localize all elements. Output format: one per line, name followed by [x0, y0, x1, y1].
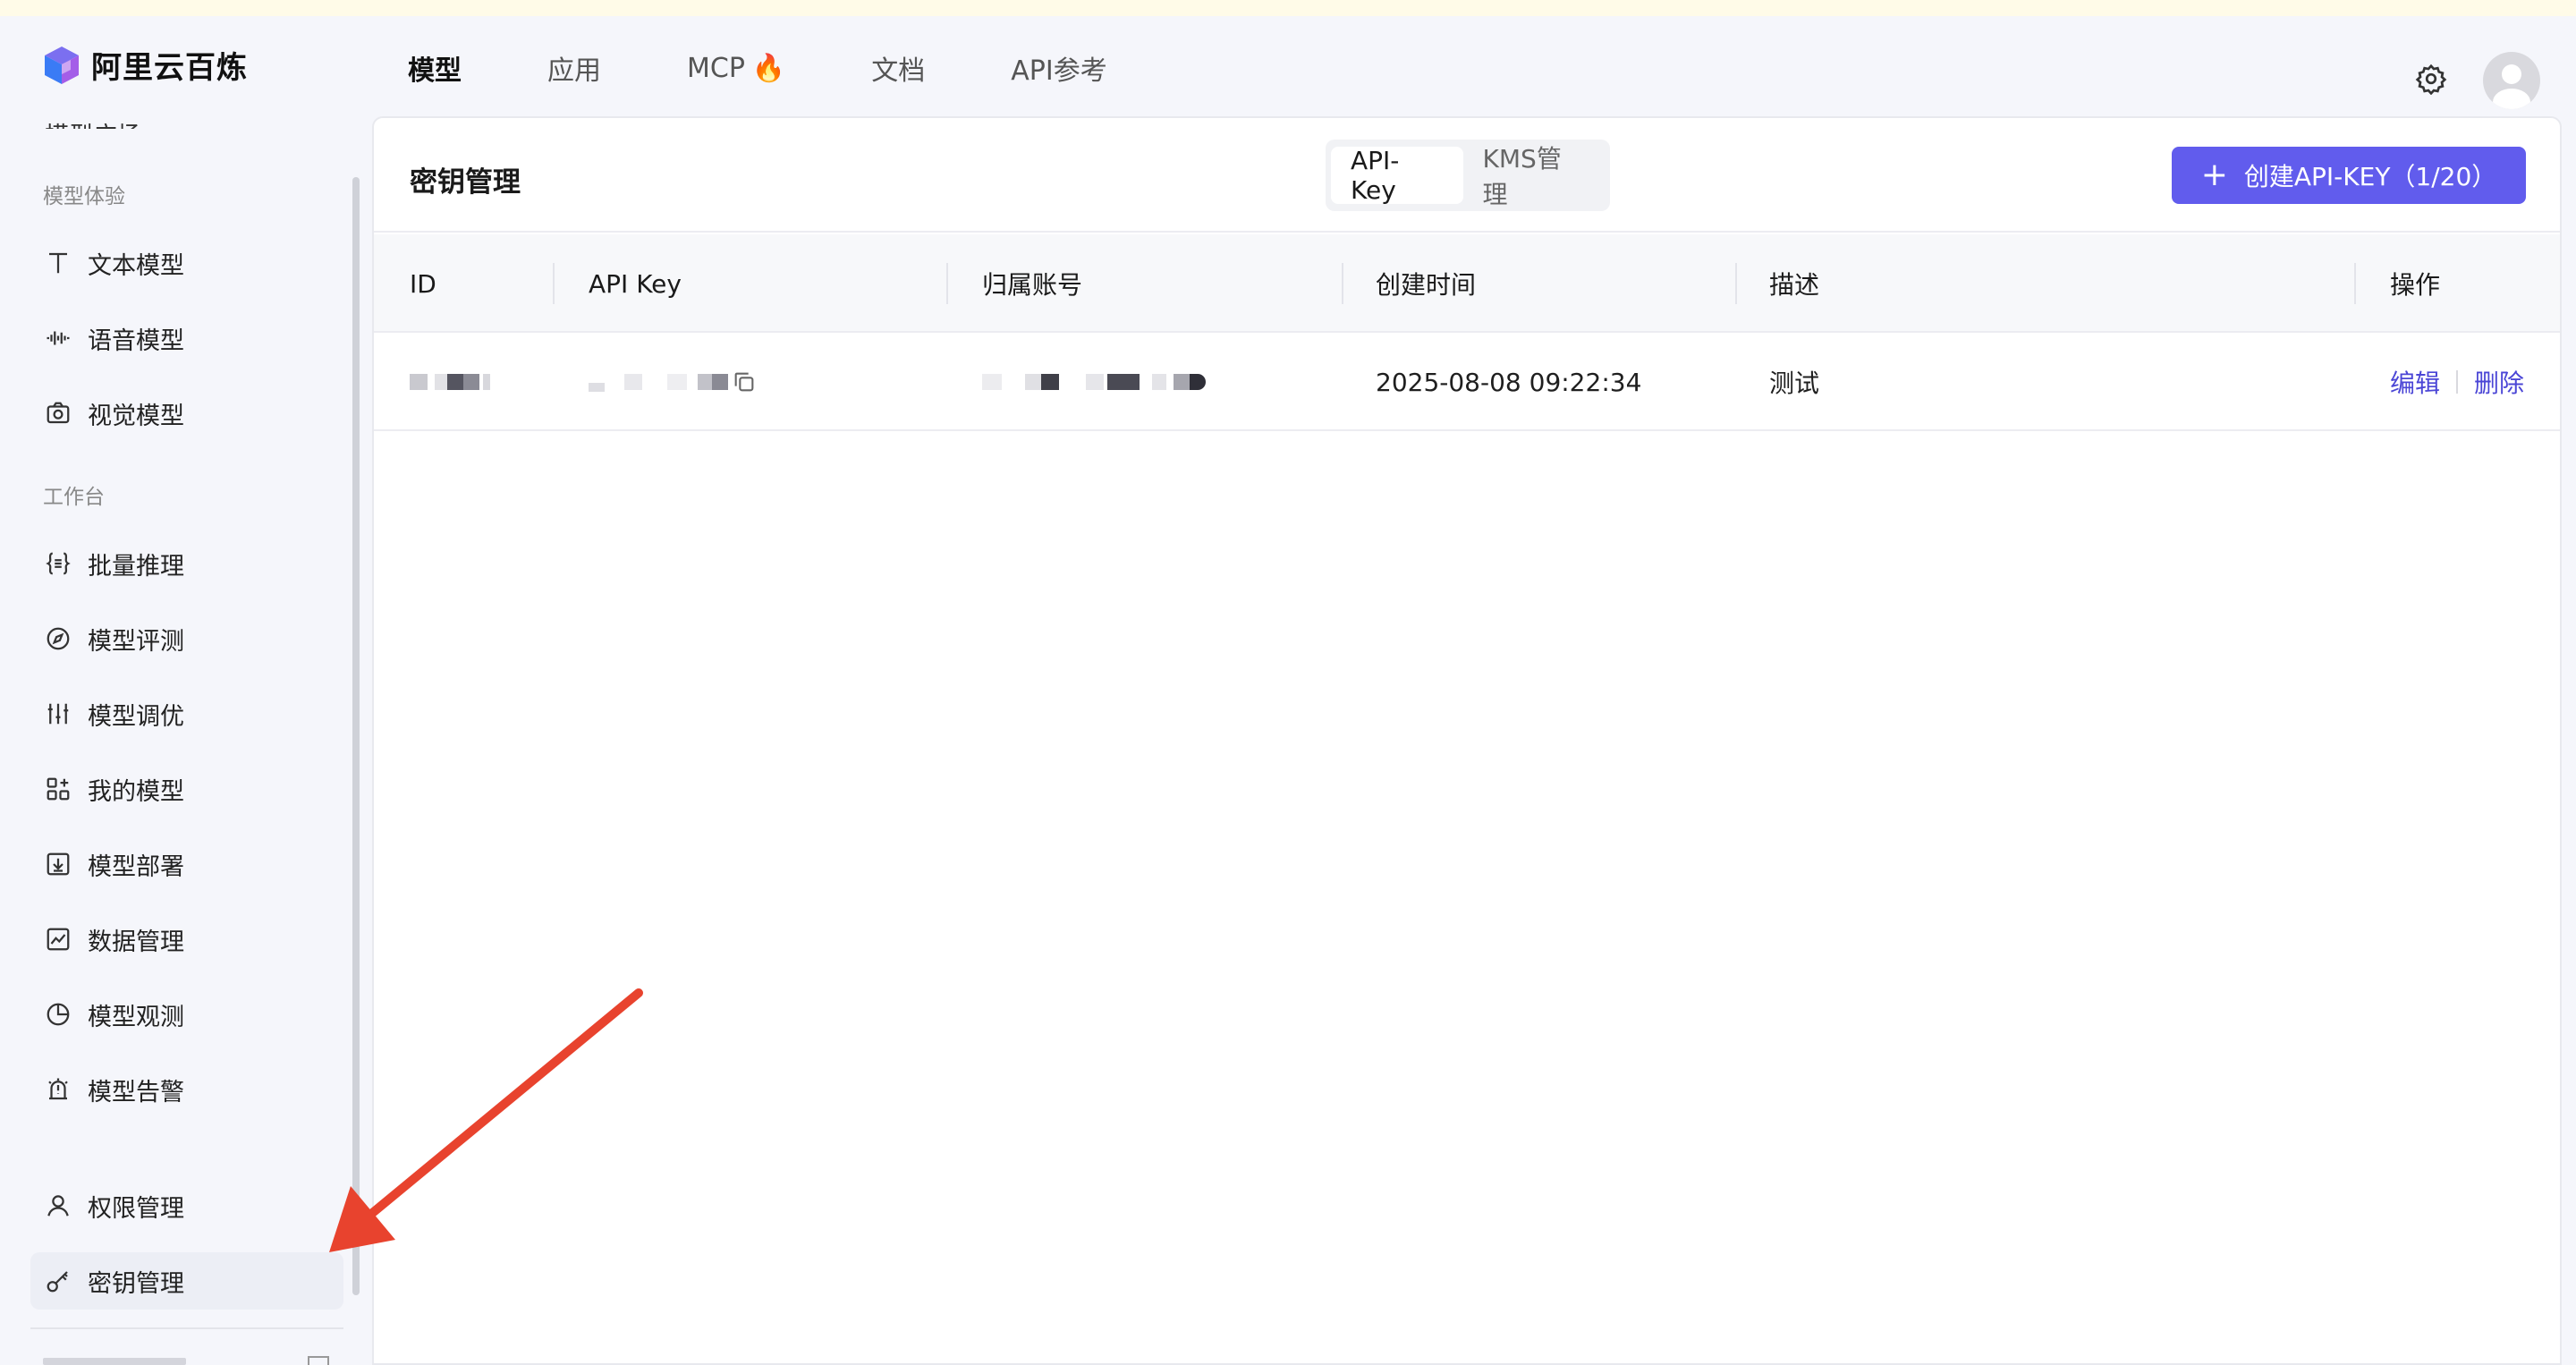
topnav-docs-label: 文档	[871, 55, 926, 87]
page-title: 密钥管理	[410, 166, 521, 199]
sidebar-item-label: 视觉模型	[88, 402, 184, 430]
topnav-models[interactable]: 模型	[408, 48, 462, 88]
fire-icon: 🔥	[751, 52, 786, 84]
sidebar-scrollbar[interactable]	[352, 177, 360, 1295]
text-icon	[43, 248, 73, 278]
cell-api-key-redacted	[589, 333, 757, 431]
sidebar-item-model-observe[interactable]: 模型观测	[30, 986, 343, 1043]
top-nav: 模型 应用 MCP 🔥 文档 API参考	[408, 48, 1193, 88]
braces-list-icon	[43, 548, 73, 579]
sidebar-item-permissions[interactable]: 权限管理	[30, 1177, 343, 1234]
sidebar-item-label: 模型观测	[88, 1003, 184, 1031]
column-header-api-key: API Key	[589, 268, 682, 299]
brand-logo-icon	[45, 46, 79, 84]
brand-logo[interactable]: 阿里云百炼	[41, 43, 248, 87]
sidebar-item-model-deploy[interactable]: 模型部署	[30, 835, 343, 893]
delete-link[interactable]: 删除	[2474, 364, 2524, 400]
tab-api-key[interactable]: API-Key	[1331, 146, 1463, 205]
sidebar-item-label: 我的模型	[88, 777, 184, 806]
chart-line-icon	[43, 924, 73, 954]
user-icon	[43, 1191, 73, 1221]
action-separator	[2456, 370, 2459, 394]
column-header-actions: 操作	[2390, 270, 2441, 300]
copy-icon[interactable]	[732, 369, 757, 394]
key-icon	[43, 1266, 73, 1296]
main-panel: 密钥管理 API-Key KMS管理 + 创建API-KEY（1/20） ID …	[372, 116, 2562, 1365]
sidebar-item-label: 模型评测	[88, 627, 184, 656]
sidebar-item-model-tuning[interactable]: 模型调优	[30, 685, 343, 742]
column-separator	[553, 263, 555, 304]
sidebar-item-model-alert[interactable]: 模型告警	[30, 1061, 343, 1118]
sidebar-item-data-mgmt[interactable]: 数据管理	[30, 911, 343, 968]
user-icon	[2493, 64, 2530, 109]
tab-kms[interactable]: KMS管理	[1463, 144, 1605, 209]
topnav-models-label: 模型	[408, 55, 462, 87]
column-header-account: 归属账号	[982, 270, 1083, 300]
sidebar-item-label: 数据管理	[88, 928, 184, 956]
column-separator	[1735, 263, 1737, 304]
sidebar-group-workbench: 工作台	[43, 486, 105, 509]
sidebar-item-label: 语音模型	[88, 326, 184, 355]
sidebar-item-label: 模型部署	[88, 852, 184, 881]
sidebar-item-label: 密钥管理	[88, 1269, 184, 1298]
main-header: 密钥管理 API-Key KMS管理 + 创建API-KEY（1/20）	[374, 118, 2560, 233]
table-row: 2025-08-08 09:22:34 测试 编辑 删除	[374, 333, 2560, 431]
sidebar-item-label: 模型调优	[88, 702, 184, 731]
cell-id-redacted	[410, 333, 490, 431]
sidebar-group-experience: 模型体验	[43, 185, 125, 208]
sidebar-bottom-partial	[43, 1354, 329, 1365]
sliders-icon	[43, 699, 73, 729]
column-header-created: 创建时间	[1376, 270, 1477, 300]
plus-icon: +	[2200, 157, 2228, 193]
compass-icon	[43, 623, 73, 654]
sidebar: 模型广场 模型体验 文本模型 语音模型 视觉模型 工作台 批量推理 模型评测	[0, 116, 360, 1365]
sidebar-item-model-square-partial[interactable]: 模型广场	[45, 116, 141, 129]
sidebar-item-text-model[interactable]: 文本模型	[30, 234, 343, 292]
column-separator	[1342, 263, 1343, 304]
alarm-icon	[43, 1074, 73, 1105]
create-api-key-button[interactable]: + 创建API-KEY（1/20）	[2172, 147, 2526, 204]
topnav-mcp[interactable]: MCP 🔥	[687, 48, 785, 88]
column-separator	[2354, 263, 2356, 304]
topnav-api-ref[interactable]: API参考	[1011, 48, 1106, 88]
notice-strip	[0, 0, 2576, 16]
topnav-api-ref-label: API参考	[1011, 55, 1107, 87]
cell-description: 测试	[1769, 369, 1820, 398]
cell-account-redacted	[982, 333, 1206, 431]
key-type-tabs: API-Key KMS管理	[1326, 140, 1610, 211]
column-header-description: 描述	[1769, 270, 1820, 300]
waveform-icon	[43, 323, 73, 353]
topnav-mcp-label: MCP	[687, 52, 745, 84]
topnav-docs[interactable]: 文档	[871, 48, 925, 88]
table-header: ID API Key 归属账号 创建时间 描述 操作	[374, 234, 2560, 333]
camera-icon	[43, 398, 73, 428]
sidebar-divider	[30, 1327, 343, 1329]
avatar[interactable]	[2483, 52, 2540, 109]
create-api-key-label: 创建API-KEY（1/20）	[2243, 162, 2497, 191]
sidebar-item-key-management[interactable]: 密钥管理	[30, 1252, 343, 1310]
topnav-apps-label: 应用	[547, 55, 601, 87]
sidebar-item-label: 权限管理	[88, 1194, 184, 1223]
sidebar-item-voice-model[interactable]: 语音模型	[30, 309, 343, 367]
sidebar-item-label: 批量推理	[88, 552, 184, 581]
download-box-icon	[43, 849, 73, 879]
sidebar-item-label: 文本模型	[88, 251, 184, 280]
cell-created-time: 2025-08-08 09:22:34	[1376, 367, 1642, 397]
sidebar-item-batch-inference[interactable]: 批量推理	[30, 535, 343, 592]
pie-chart-icon	[43, 999, 73, 1030]
gear-icon[interactable]	[2415, 63, 2447, 95]
edit-link[interactable]: 编辑	[2390, 364, 2440, 400]
topnav-apps[interactable]: 应用	[547, 48, 601, 88]
brand-name: 阿里云百炼	[91, 50, 248, 86]
apps-sparkle-icon	[43, 774, 73, 804]
column-separator	[946, 263, 948, 304]
sidebar-item-vision-model[interactable]: 视觉模型	[30, 385, 343, 442]
cell-actions: 编辑 删除	[2390, 333, 2524, 431]
sidebar-item-my-models[interactable]: 我的模型	[30, 760, 343, 818]
sidebar-item-model-eval[interactable]: 模型评测	[30, 610, 343, 667]
top-header: 阿里云百炼 模型 应用 MCP 🔥 文档 API参考	[0, 16, 2576, 116]
column-header-id: ID	[410, 268, 436, 299]
sidebar-item-label: 模型告警	[88, 1078, 184, 1106]
